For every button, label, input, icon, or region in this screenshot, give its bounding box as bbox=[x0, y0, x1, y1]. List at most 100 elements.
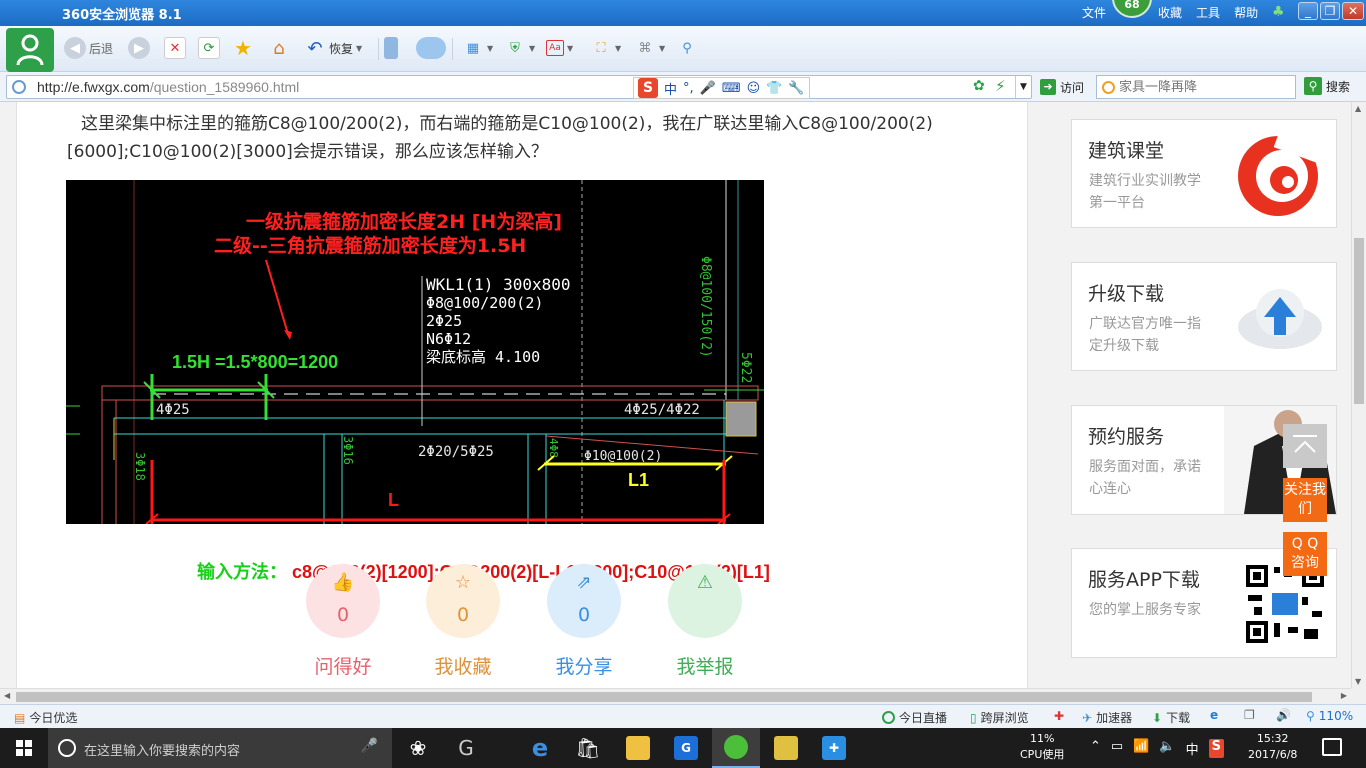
cad-drawing[interactable]: WKL1(1) 300x800 Φ8@100/200(2) 2Φ25 N6Φ12… bbox=[66, 180, 764, 524]
follow-us-button[interactable]: 关注我们 bbox=[1283, 478, 1327, 522]
menu-tools[interactable]: 工具 bbox=[1196, 4, 1220, 21]
taskbar-app-glodon[interactable]: G bbox=[442, 728, 490, 768]
minimize-button[interactable]: _ bbox=[1298, 2, 1318, 20]
accelerator[interactable]: ✈ 加速器 bbox=[1082, 709, 1132, 726]
ie-icon[interactable]: e bbox=[1210, 708, 1218, 722]
visit-button[interactable]: ➜ 访问 bbox=[1040, 76, 1084, 98]
volume-icon[interactable]: 🔈 bbox=[1159, 739, 1175, 758]
ime-toolbar[interactable]: S 中 °, 🎤 ⌨ ☺ 👕 🔧 bbox=[633, 77, 810, 99]
speed-icon[interactable]: ✿ bbox=[973, 78, 985, 94]
system-clock[interactable]: 15:32 2017/6/8 bbox=[1248, 731, 1297, 763]
vertical-scroll-thumb[interactable] bbox=[1354, 238, 1364, 404]
url-dropdown-icon[interactable]: ▼ bbox=[1015, 76, 1031, 98]
taskbar-app-gld[interactable]: G bbox=[662, 728, 710, 768]
sogou-tray-icon[interactable]: S bbox=[1208, 739, 1224, 758]
sidebar-card-title: 服务APP下载 bbox=[1088, 569, 1200, 591]
game-button[interactable]: ⌘ ▼ bbox=[634, 36, 666, 60]
ime-punct[interactable]: °, bbox=[683, 81, 694, 96]
translate-button[interactable]: Aa ▼ bbox=[546, 36, 573, 60]
skin-icon[interactable]: ♣ bbox=[1272, 4, 1285, 20]
user-icon[interactable]: ☺ bbox=[747, 81, 761, 96]
start-button[interactable] bbox=[0, 728, 48, 768]
url-field[interactable]: http://e.fwxgx.com/question_1589960.html… bbox=[6, 75, 1032, 99]
apps-button[interactable]: ▦ ▼ bbox=[462, 36, 493, 60]
taskbar-app-edge[interactable]: e bbox=[516, 728, 564, 768]
mid-col-label: 3Φ16 bbox=[341, 436, 355, 465]
search-field[interactable] bbox=[1096, 75, 1296, 99]
lightning-icon[interactable]: ⚡ bbox=[995, 77, 1006, 95]
taskbar-app-tool[interactable]: ✚ bbox=[810, 728, 858, 768]
shirt-icon[interactable]: 👕 bbox=[766, 81, 782, 96]
today-live[interactable]: 今日直播 bbox=[882, 709, 947, 726]
taskbar-app-explorer[interactable] bbox=[614, 728, 662, 768]
translate-icon: Aa bbox=[546, 40, 564, 56]
favorite-count: 0 bbox=[456, 604, 470, 626]
ime-indicator[interactable]: 中 bbox=[1186, 739, 1199, 758]
volume-icon[interactable]: 🔊 bbox=[1276, 708, 1291, 722]
window-icon[interactable]: ❐ bbox=[1244, 708, 1255, 722]
horizontal-scroll-thumb[interactable] bbox=[16, 692, 1312, 702]
horizontal-scrollbar[interactable]: ◀ ▶ bbox=[0, 688, 1351, 704]
microphone-icon[interactable]: 🎤 bbox=[700, 81, 716, 96]
home-button[interactable]: ⌂ bbox=[268, 36, 290, 60]
menu-file[interactable]: 文件 bbox=[1082, 4, 1106, 21]
zoom-level[interactable]: ⚲ 110% bbox=[1306, 709, 1353, 723]
ime-mode[interactable]: 中 bbox=[664, 79, 677, 98]
screenshot-button[interactable]: ⛶ ▼ bbox=[590, 36, 621, 60]
refresh-button[interactable]: ⟳ bbox=[198, 36, 220, 60]
search-input[interactable] bbox=[1119, 78, 1289, 96]
restore-button[interactable]: ❐ bbox=[1320, 2, 1340, 20]
cloud-button[interactable] bbox=[416, 36, 446, 60]
dimension-L: L bbox=[388, 490, 399, 510]
back-to-top-button[interactable] bbox=[1283, 424, 1327, 468]
action-report[interactable]: ⚠ 我举报 bbox=[665, 564, 745, 679]
chevron-up-icon[interactable]: ⌃ bbox=[1090, 739, 1101, 758]
notification-center-icon[interactable] bbox=[1322, 738, 1342, 756]
beam-label-3: 2Φ25 bbox=[426, 312, 462, 330]
qq-consult-button[interactable]: Q Q 咨询 bbox=[1283, 532, 1327, 576]
favorites-button[interactable]: ★ bbox=[232, 36, 254, 60]
scroll-up-icon[interactable]: ▲ bbox=[1355, 104, 1361, 113]
menu-favorites[interactable]: 收藏 bbox=[1158, 4, 1182, 21]
user-avatar[interactable] bbox=[6, 28, 54, 72]
safe-button[interactable]: ⛨ ▼ bbox=[504, 36, 535, 60]
forward-button[interactable]: ▶ bbox=[128, 36, 150, 60]
wrench-icon[interactable]: 🔧 bbox=[788, 81, 804, 96]
sidebar-card-classroom[interactable]: 建筑课堂 建筑行业实训教学第一平台 bbox=[1071, 119, 1337, 228]
wifi-icon[interactable]: 📶 bbox=[1133, 739, 1149, 758]
taskbar-search[interactable]: 在这里输入你要搜索的内容 🎤 bbox=[48, 728, 392, 768]
find-button[interactable]: ⚲ bbox=[676, 36, 698, 60]
back-button[interactable]: ◀ 后退 bbox=[64, 36, 113, 60]
stop-button[interactable]: ✕ bbox=[164, 36, 186, 60]
medical-icon[interactable]: ✚ bbox=[1054, 709, 1064, 723]
downloads[interactable]: ⬇ 下载 bbox=[1152, 709, 1190, 726]
close-button[interactable]: ✕ bbox=[1342, 2, 1364, 20]
scroll-right-icon[interactable]: ▶ bbox=[1341, 691, 1347, 700]
search-button[interactable]: ⚲ 搜索 bbox=[1304, 77, 1350, 95]
today-picks[interactable]: ▤ 今日优选 bbox=[14, 709, 77, 726]
taskbar-app-notes[interactable] bbox=[762, 728, 810, 768]
scroll-down-icon[interactable]: ▼ bbox=[1355, 677, 1361, 686]
action-share[interactable]: ⇗ 0 我分享 bbox=[544, 564, 624, 679]
keyboard-icon[interactable]: ⌨ bbox=[722, 81, 741, 96]
vertical-scrollbar[interactable]: ▲ ▼ bbox=[1351, 102, 1366, 688]
microphone-icon[interactable]: 🎤 bbox=[361, 738, 378, 754]
beam-label-5: 梁底标高 4.100 bbox=[426, 348, 540, 366]
sidebar-card-desc: 服务面对面，承诺心连心 bbox=[1089, 459, 1201, 497]
cpu-meter[interactable]: 11% CPU使用 bbox=[1020, 731, 1064, 763]
task-view-button[interactable]: ❀ bbox=[394, 728, 442, 768]
restore-tab-button[interactable]: ↶ 恢复 ▼ bbox=[304, 36, 362, 60]
star-icon: ★ bbox=[234, 36, 252, 60]
battery-icon[interactable]: ▭ bbox=[1111, 739, 1123, 758]
action-favorite[interactable]: ☆ 0 我收藏 bbox=[423, 564, 503, 679]
glodon-icon: G bbox=[458, 736, 474, 760]
taskbar-app-store[interactable]: 🛍 bbox=[564, 728, 612, 768]
play-icon bbox=[882, 711, 895, 724]
scroll-left-icon[interactable]: ◀ bbox=[4, 691, 10, 700]
action-good-question[interactable]: 👍 0 问得好 bbox=[303, 564, 383, 679]
sidebar-card-upgrade[interactable]: 升级下载 广联达官方唯一指定升级下载 bbox=[1071, 262, 1337, 371]
cross-screen[interactable]: ▯ 跨屏浏览 bbox=[970, 709, 1029, 726]
menu-help[interactable]: 帮助 bbox=[1234, 4, 1258, 21]
phone-button[interactable] bbox=[384, 36, 398, 60]
taskbar-app-360browser[interactable] bbox=[712, 728, 760, 768]
